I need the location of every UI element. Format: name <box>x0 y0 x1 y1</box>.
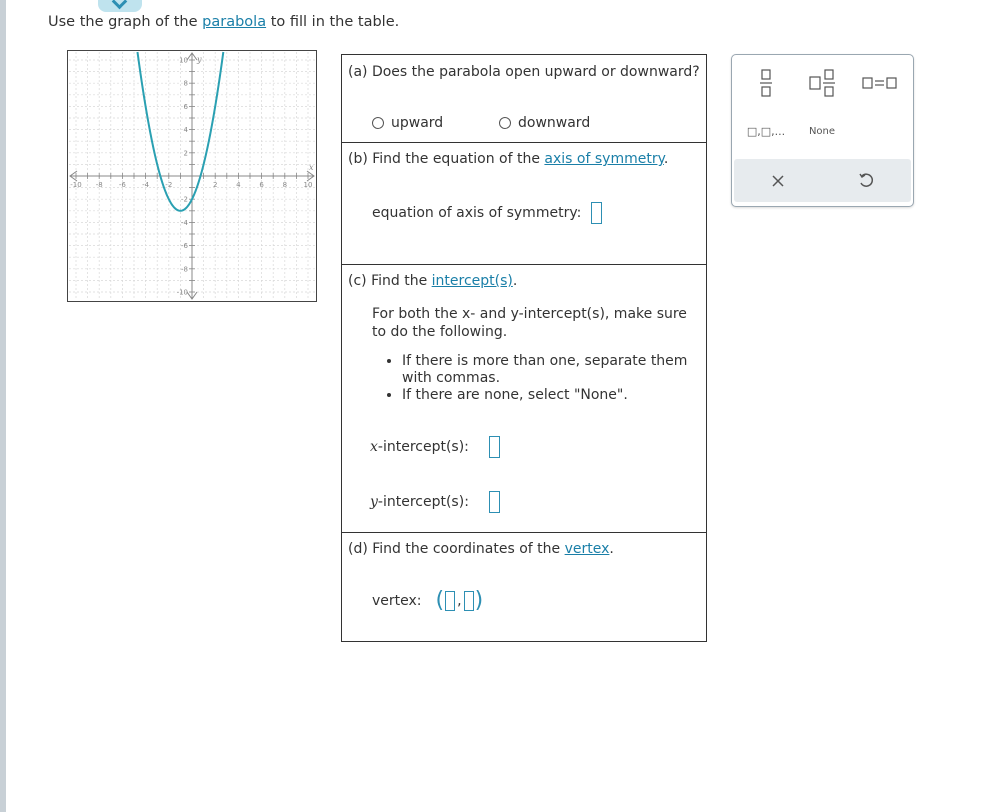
part-c-section: (c) Find the intercept(s). For both the … <box>342 264 706 532</box>
left-rail <box>0 0 6 812</box>
part-b-section: (b) Find the equation of the axis of sym… <box>342 142 706 264</box>
x-tick-label: 8 <box>283 181 287 189</box>
x-tick-label: 2 <box>213 181 217 189</box>
equals-icon <box>862 77 897 89</box>
fraction-button[interactable] <box>752 67 780 99</box>
y-tick-label: -8 <box>181 265 188 273</box>
y-tick-label: 10 <box>179 57 188 65</box>
comma-icon: , <box>457 592 462 609</box>
x-axis-label: x <box>309 163 314 172</box>
axis-row: equation of axis of symmetry: <box>372 202 603 224</box>
mixed-number-button[interactable] <box>806 67 840 99</box>
radio-downward[interactable] <box>499 117 511 129</box>
axis-label: equation of axis of symmetry: <box>372 205 582 221</box>
math-toolbox: □,□,... None <box>731 54 914 207</box>
list-label: □,□,... <box>746 124 786 138</box>
undo-button[interactable] <box>822 159 910 202</box>
axis-of-symmetry-link[interactable]: axis of symmetry <box>544 151 663 167</box>
option-downward-label: downward <box>518 115 591 131</box>
list-button[interactable]: □,□,... <box>742 119 790 143</box>
parabola-graph: -10 -8 -6 -4 -2 2 4 6 8 10 10 8 6 4 2 -2 -4 -6 -8 -10 x y <box>67 50 317 302</box>
y-variable: y <box>370 494 378 510</box>
prompt-text: Use the graph of the <box>48 14 203 30</box>
undo-icon <box>859 172 874 187</box>
instruction-text: For both the x- and y-intercept(s), make… <box>372 306 687 340</box>
x-tick-label: -2 <box>165 181 172 189</box>
x-intercept-row: x -intercept(s): <box>370 436 500 458</box>
left-paren-icon: ( <box>435 588 445 613</box>
vertex-input[interactable]: ( , ) <box>436 588 484 613</box>
parabola-link[interactable]: parabola <box>202 14 266 30</box>
y-tick-label: 6 <box>184 103 189 111</box>
action-bar <box>734 159 911 202</box>
part-c-question: (c) Find the intercept(s). <box>348 273 517 289</box>
part-d-section: (d) Find the coordinates of the vertex. … <box>342 532 706 642</box>
none-button[interactable]: None <box>800 119 844 143</box>
part-a-section: (a) Does the parabola open upward or dow… <box>342 55 706 142</box>
y-tick-label: 4 <box>184 126 189 134</box>
fraction-icon <box>760 69 772 97</box>
y-tick-label: -4 <box>181 219 189 227</box>
right-paren-icon: ) <box>474 588 484 613</box>
y-tick-label: -2 <box>181 196 188 204</box>
equation-button[interactable] <box>860 70 900 96</box>
intercepts-link[interactable]: intercept(s) <box>432 273 513 289</box>
y-tick-label: 8 <box>184 80 188 88</box>
instruction-list: If there is more than one, separate them… <box>372 353 702 404</box>
x-tick-label: -8 <box>96 181 103 189</box>
clear-button[interactable] <box>734 159 822 202</box>
x-tick-label: -6 <box>119 181 127 189</box>
part-d-question-text: (d) Find the coordinates of the <box>348 541 565 557</box>
x-tick-label: 10 <box>304 181 313 189</box>
option-downward[interactable]: downward <box>499 115 590 131</box>
x-tick-label: 6 <box>259 181 264 189</box>
x-intercept-label: -intercept(s): <box>377 439 469 455</box>
intercept-instructions: For both the x- and y-intercept(s), make… <box>372 305 702 404</box>
y-tick-label: -10 <box>177 289 188 297</box>
answer-table: (a) Does the parabola open upward or dow… <box>341 54 707 642</box>
y-intercept-input[interactable] <box>488 491 500 513</box>
close-icon <box>772 174 784 187</box>
collapse-tab[interactable] <box>98 0 142 12</box>
part-d-question-end: . <box>609 541 614 557</box>
prompt-text-end: to fill in the table. <box>266 14 400 30</box>
radio-upward[interactable] <box>372 117 384 129</box>
part-c-question-end: . <box>512 273 518 289</box>
vertex-row: vertex: ( , ) <box>372 588 483 613</box>
axis-input[interactable] <box>591 202 603 224</box>
none-label: None <box>808 125 836 137</box>
vertex-link[interactable]: vertex <box>565 541 610 557</box>
mixed-number-icon <box>809 69 835 97</box>
part-c-question-text: (c) Find the <box>348 273 432 289</box>
y-axis-label: y <box>196 55 202 64</box>
part-b-question-text: (b) Find the equation of the <box>348 151 545 167</box>
part-a-question: (a) Does the parabola open upward or dow… <box>348 64 700 80</box>
y-tick-label: -6 <box>181 242 189 250</box>
option-upward[interactable]: upward <box>372 115 443 131</box>
instruction-bullet: If there are none, select "None". <box>402 387 702 404</box>
instruction-bullet: If there is more than one, separate them… <box>402 353 702 387</box>
vertex-y-input[interactable] <box>463 590 474 611</box>
problem-prompt: Use the graph of the parabola to fill in… <box>48 14 399 30</box>
option-upward-label: upward <box>391 115 444 131</box>
y-intercept-row: y -intercept(s): <box>370 491 500 513</box>
x-variable: x <box>370 439 378 455</box>
y-intercept-label: -intercept(s): <box>377 494 469 510</box>
x-tick-label: 4 <box>236 181 241 189</box>
part-d-question: (d) Find the coordinates of the vertex. <box>348 541 614 557</box>
y-tick-label: 2 <box>184 149 188 157</box>
vertex-x-input[interactable] <box>445 590 456 611</box>
x-tick-label: -4 <box>142 181 150 189</box>
part-b-question-end: . <box>663 151 669 167</box>
vertex-label: vertex: <box>372 592 422 609</box>
part-b-question: (b) Find the equation of the axis of sym… <box>348 151 668 167</box>
x-tick-label: -10 <box>70 181 81 189</box>
x-intercept-input[interactable] <box>488 436 500 458</box>
graph-canvas: -10 -8 -6 -4 -2 2 4 6 8 10 10 8 6 4 2 -2 -4 -6 -8 -10 x y <box>67 50 317 302</box>
